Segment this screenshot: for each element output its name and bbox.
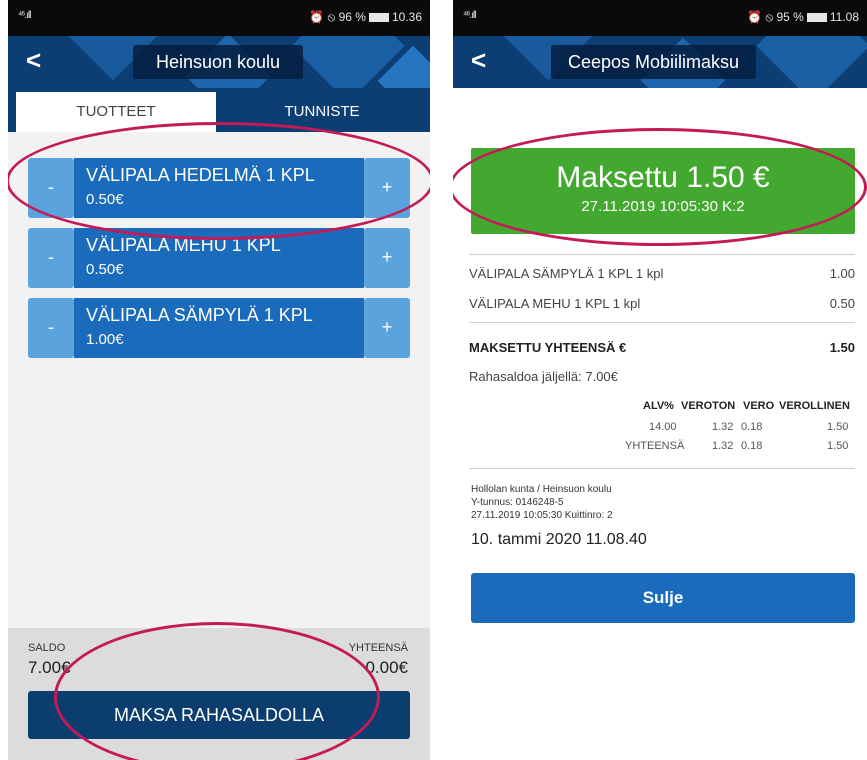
signal-icon: ⁴⁶.ıll — [463, 10, 476, 21]
back-button[interactable]: < — [471, 45, 505, 77]
vat-header: VEROTON — [681, 400, 736, 412]
divider — [469, 322, 855, 323]
status-bar: ⁴⁶.ıll ⏰ ⦸ 95 % 11.08 — [453, 0, 867, 36]
product-name: VÄLIPALA MEHU 1 KPL — [86, 235, 281, 255]
total-label: YHTEENSÄ — [348, 642, 408, 654]
payment-success-banner: Maksettu 1.50 € 27.11.2019 10:05:30 K:2 — [471, 148, 855, 234]
page-title: Heinsuon koulu — [133, 45, 303, 79]
status-time: 11.08 — [829, 10, 859, 24]
divider — [469, 468, 855, 469]
battery-icon — [368, 13, 389, 22]
tab-tag[interactable]: TUNNISTE — [222, 92, 422, 132]
increase-button[interactable]: + — [364, 228, 410, 288]
product-price: 1.00€ — [86, 331, 124, 348]
line-amount: 1.00 — [829, 266, 855, 281]
product-row: - VÄLIPALA MEHU 1 KPL 0.50€ + — [28, 228, 410, 288]
paid-meta: 27.11.2019 10:05:30 K:2 — [581, 198, 745, 215]
status-icons: ⏰ ⦸ 95 % 11.08 — [747, 10, 859, 25]
decrease-button[interactable]: - — [28, 158, 74, 218]
page-title: Ceepos Mobiilimaksu — [551, 45, 756, 79]
vat-cell: 1.32 — [712, 440, 734, 452]
vat-cell: 1.50 — [827, 421, 849, 433]
decrease-button[interactable]: - — [28, 298, 74, 358]
product-info[interactable]: VÄLIPALA MEHU 1 KPL 0.50€ — [74, 228, 364, 288]
divider — [469, 254, 855, 255]
product-row: - VÄLIPALA SÄMPYLÄ 1 KPL 1.00€ + — [28, 298, 410, 358]
battery-icon — [806, 13, 827, 22]
merchant-name: Hollolan kunta / Heinsuon koulu — [471, 484, 612, 495]
vat-cell: 1.50 — [827, 440, 849, 452]
close-button[interactable]: Sulje — [471, 573, 855, 623]
status-time: 10.36 — [391, 10, 422, 24]
product-list: - VÄLIPALA HEDELMÄ 1 KPL 0.50€ + - VÄLIP… — [8, 132, 430, 628]
saldo-value: 7.00€ — [28, 658, 71, 677]
saldo-label: SALDO — [28, 642, 66, 654]
line-item: VÄLIPALA SÄMPYLÄ 1 KPL 1 kpl — [469, 266, 664, 281]
vat-cell: 1.32 — [712, 421, 734, 433]
total-value: 0.00€ — [365, 658, 408, 677]
vat-cell: YHTEENSÄ — [625, 440, 685, 452]
product-name: VÄLIPALA SÄMPYLÄ 1 KPL — [86, 305, 313, 325]
vat-header: VERO — [743, 400, 775, 412]
header-pattern — [756, 36, 867, 88]
left-phone-screen: ⁴⁶.ıll ⏰ ⦸ 96 % 10.36 < Heinsuon koulu TU… — [8, 0, 430, 760]
right-phone-screen: ⁴⁶.ıll ⏰ ⦸ 95 % 11.08 < Ceepos Mobiilimak… — [453, 0, 867, 760]
status-indicators: ⏰ ⦸ 95 % — [747, 10, 804, 24]
business-id: Y-tunnus: 0146248-5 — [471, 497, 564, 508]
cart-footer: SALDO 7.00€ YHTEENSÄ 0.00€ MAKSA RAHASAL… — [8, 628, 430, 760]
receipt-line: VÄLIPALA MEHU 1 KPL 1 kpl 0.50 — [469, 296, 855, 311]
increase-button[interactable]: + — [364, 298, 410, 358]
vat-cell: 0.18 — [741, 421, 763, 433]
remaining-balance: Rahasaldoa jäljellä: 7.00€ — [469, 369, 618, 384]
status-bar: ⁴⁶.ıll ⏰ ⦸ 96 % 10.36 — [8, 0, 430, 36]
receipt-timestamp: 10. tammi 2020 11.08.40 — [471, 531, 647, 548]
back-button[interactable]: < — [26, 45, 60, 77]
tab-products[interactable]: TUOTTEET — [16, 92, 216, 132]
app-header: < Ceepos Mobiilimaksu — [453, 36, 867, 88]
receipt-line: VÄLIPALA SÄMPYLÄ 1 KPL 1 kpl 1.00 — [469, 266, 855, 281]
pay-with-balance-button[interactable]: MAKSA RAHASALDOLLA — [28, 691, 410, 739]
product-price: 0.50€ — [86, 191, 124, 208]
total-amount: 1.50 — [829, 340, 855, 355]
line-item: VÄLIPALA MEHU 1 KPL 1 kpl — [469, 296, 641, 311]
product-price: 0.50€ — [86, 261, 124, 278]
receipt-number: 27.11.2019 10:05:30 Kuittinro: 2 — [471, 510, 613, 521]
product-info[interactable]: VÄLIPALA HEDELMÄ 1 KPL 0.50€ — [74, 158, 364, 218]
product-row: - VÄLIPALA HEDELMÄ 1 KPL 0.50€ + — [28, 158, 410, 218]
product-name: VÄLIPALA HEDELMÄ 1 KPL — [86, 165, 315, 185]
total-label: MAKSETTU YHTEENSÄ € — [469, 340, 627, 355]
decrease-button[interactable]: - — [28, 228, 74, 288]
signal-icon: ⁴⁶.ıll — [18, 10, 31, 21]
status-indicators: ⏰ ⦸ 96 % — [309, 10, 366, 24]
vat-cell: 14.00 — [649, 421, 677, 433]
app-header: < Heinsuon koulu — [8, 36, 430, 88]
receipt-total: MAKSETTU YHTEENSÄ € 1.50 — [469, 340, 855, 355]
vat-cell: 0.18 — [741, 440, 763, 452]
increase-button[interactable]: + — [364, 158, 410, 218]
receipt: Maksettu 1.50 € 27.11.2019 10:05:30 K:2 … — [453, 88, 867, 760]
product-info[interactable]: VÄLIPALA SÄMPYLÄ 1 KPL 1.00€ — [74, 298, 364, 358]
status-icons: ⏰ ⦸ 96 % 10.36 — [309, 10, 422, 25]
vat-header: VEROLLINEN — [779, 400, 850, 412]
paid-amount: Maksettu 1.50 € — [556, 161, 770, 194]
line-amount: 0.50 — [829, 296, 855, 311]
vat-header: ALV% — [643, 400, 674, 412]
